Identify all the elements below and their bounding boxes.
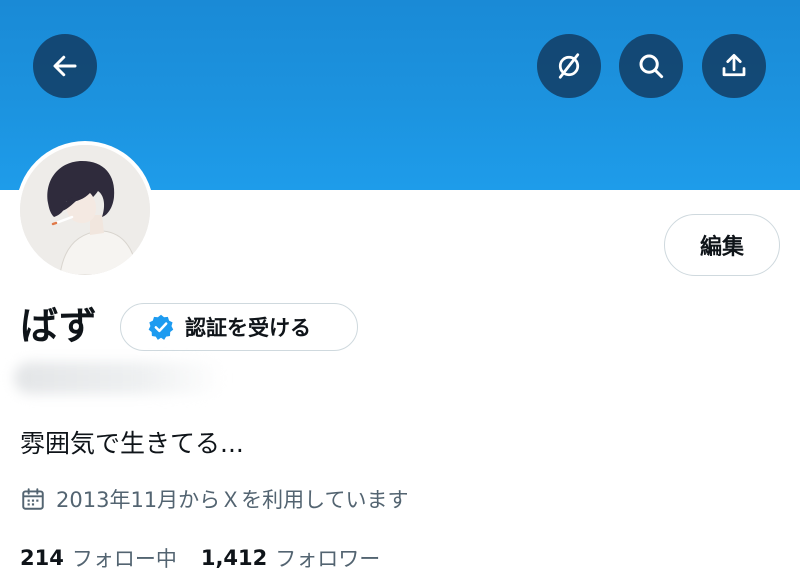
follow-counts: 214 フォロー中 1,412 フォロワー: [20, 540, 380, 576]
grok-button[interactable]: [537, 34, 601, 98]
following-label: フォロー中: [71, 547, 177, 571]
following-link[interactable]: 214 フォロー中: [20, 543, 177, 573]
avatar-illustration: [20, 145, 150, 275]
verify-label: 認証を受ける: [185, 316, 311, 340]
share-button[interactable]: [702, 34, 766, 98]
followers-link[interactable]: 1,412 フォロワー: [201, 543, 380, 573]
join-date: 2013年11月からＸを利用しています: [20, 482, 409, 516]
search-icon: [639, 54, 664, 79]
following-count: 214: [20, 546, 64, 570]
back-button[interactable]: [33, 34, 97, 98]
edit-profile-button[interactable]: 編集: [664, 214, 780, 276]
profile-bio: 雰囲気で生きてる...: [20, 429, 244, 458]
display-name: ばず: [20, 304, 99, 348]
join-date-text: 2013年11月からＸを利用しています: [56, 488, 409, 512]
get-verified-button[interactable]: 認証を受ける: [120, 303, 358, 351]
search-button[interactable]: [619, 34, 683, 98]
verified-badge-icon: [148, 314, 174, 340]
calendar-icon: [22, 488, 44, 510]
profile-page: 編集 ばず 認証を受ける 雰囲気で生きてる... 2013年11月からＸを利用し…: [0, 0, 800, 581]
grok-icon: [558, 53, 580, 79]
share-icon: [722, 54, 746, 77]
followers-label: フォロワー: [275, 547, 381, 571]
back-arrow-icon: [53, 55, 77, 77]
followers-count: 1,412: [200, 546, 268, 570]
blurred-username: [14, 362, 224, 394]
avatar-ring[interactable]: [16, 141, 154, 279]
avatar[interactable]: [20, 145, 150, 275]
